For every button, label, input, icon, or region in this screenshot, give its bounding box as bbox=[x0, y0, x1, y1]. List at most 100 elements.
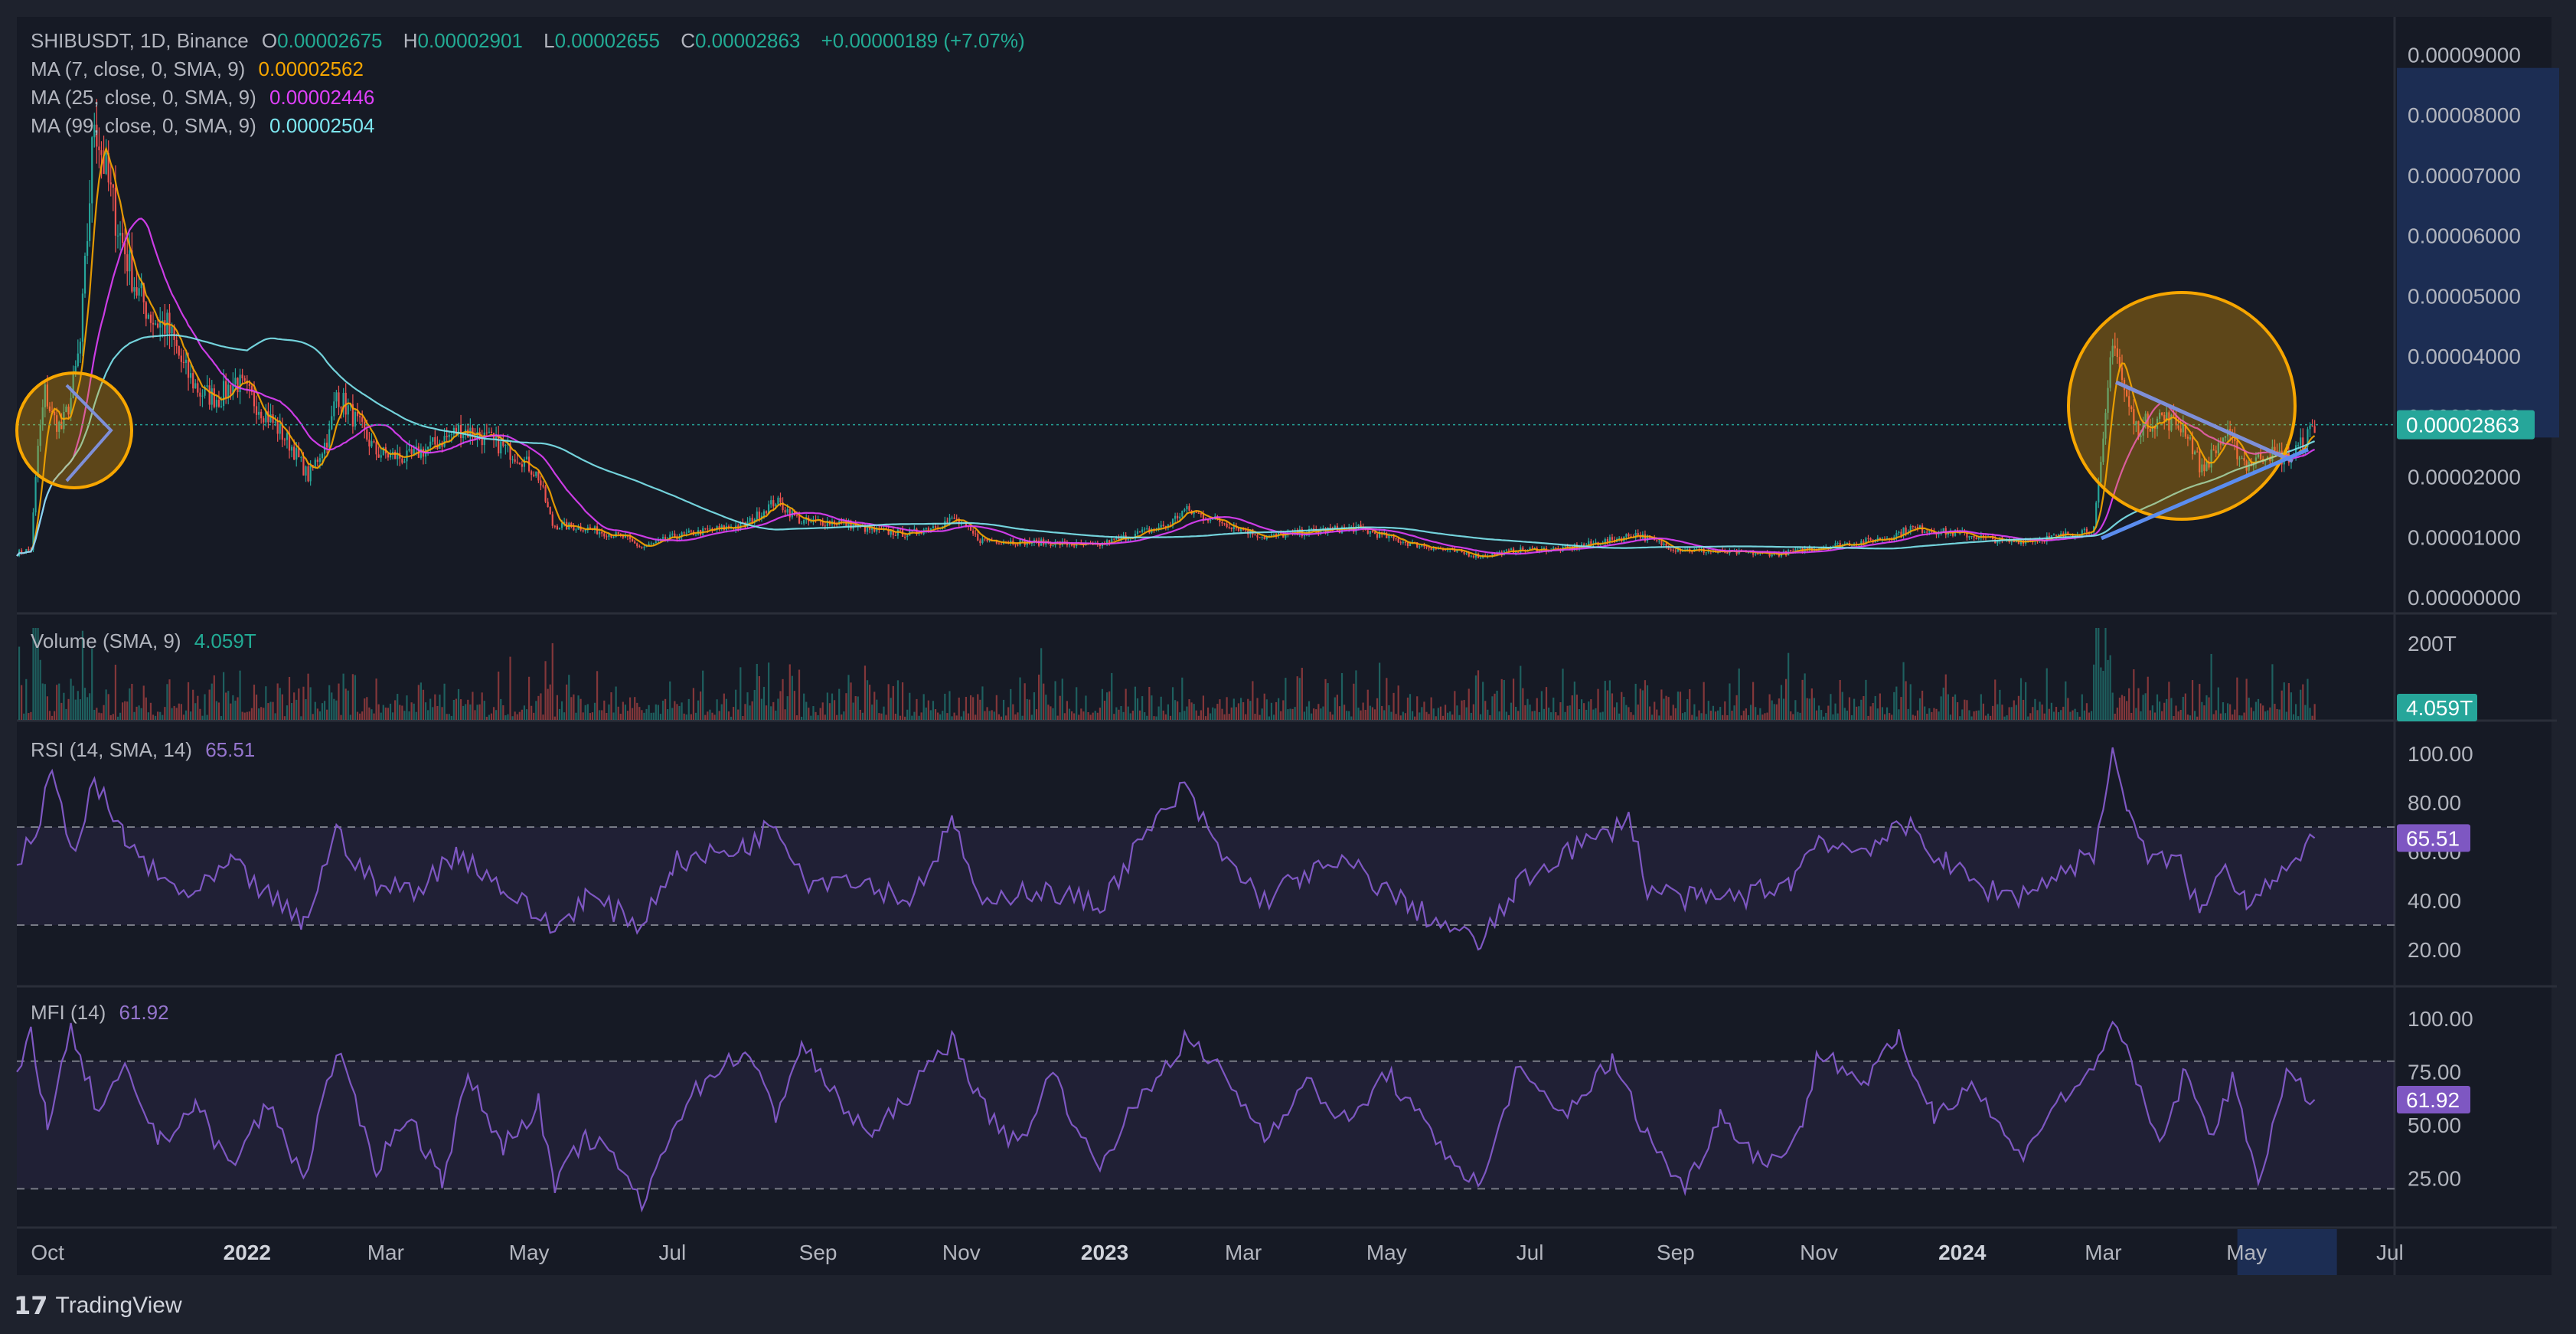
volume-bar bbox=[850, 682, 852, 720]
volume-bar bbox=[192, 689, 194, 720]
candle-body bbox=[779, 497, 782, 503]
volume-bar bbox=[864, 665, 867, 720]
candle-body bbox=[584, 529, 586, 531]
volume-bar bbox=[735, 689, 737, 720]
volume-bar bbox=[2135, 708, 2137, 720]
price-tick-label: 0.00007000 bbox=[2408, 164, 2521, 188]
candle-body bbox=[704, 528, 707, 529]
candle-body bbox=[1472, 555, 1474, 557]
volume-bar bbox=[1621, 692, 1623, 720]
volume-bar bbox=[1815, 710, 1818, 720]
volume-bar bbox=[1792, 714, 1794, 720]
candle-body bbox=[1470, 555, 1472, 557]
volume-bar bbox=[2114, 713, 2116, 720]
volume-bar bbox=[540, 693, 542, 720]
volume-bar bbox=[1931, 711, 1933, 720]
volume-bar bbox=[1416, 696, 1419, 720]
volume-bar bbox=[241, 711, 243, 720]
volume-bar bbox=[211, 683, 213, 720]
volume-bar bbox=[878, 713, 880, 720]
mfi-legend[interactable]: MFI (14) 61.92 bbox=[31, 1001, 177, 1025]
candle-body bbox=[533, 474, 535, 476]
chart-canvas[interactable]: 0.000000000.000010000.000020000.00003000… bbox=[0, 0, 2576, 1334]
volume-bar bbox=[243, 712, 246, 720]
volume-bar bbox=[248, 711, 250, 720]
volume-bar bbox=[1522, 688, 1524, 720]
volume-bar bbox=[1773, 704, 1775, 720]
symbol-title[interactable]: SHIBUSDT, 1D, Binance bbox=[31, 29, 249, 52]
candle-body bbox=[1402, 541, 1404, 543]
volume-bar bbox=[589, 713, 591, 720]
time-tick-label: 2023 bbox=[1081, 1241, 1128, 1264]
volume-bar bbox=[1656, 709, 1658, 720]
ohlc-low: L0.00002655 bbox=[544, 29, 668, 52]
candle-body bbox=[1360, 525, 1362, 527]
volume-bar bbox=[1823, 716, 1825, 720]
volume-bar bbox=[2123, 696, 2126, 720]
candle-body bbox=[556, 525, 559, 530]
volume-bar bbox=[1439, 706, 1442, 720]
volume-bar bbox=[659, 714, 662, 720]
volume-bar bbox=[1632, 714, 1634, 720]
volume-bar bbox=[1585, 709, 1588, 720]
volume-bar bbox=[413, 703, 415, 720]
ma25-legend[interactable]: MA (25, close, 0, SMA, 9) 0.00002446 bbox=[31, 86, 382, 110]
volume-bar bbox=[1648, 706, 1651, 720]
volume-bar bbox=[1505, 711, 1507, 720]
volume-bar bbox=[2074, 708, 2076, 720]
volume-bar bbox=[2055, 707, 2058, 720]
candle-body bbox=[401, 458, 403, 463]
candle-body bbox=[2297, 445, 2300, 446]
volume-bar bbox=[2184, 693, 2186, 720]
volume-bar bbox=[1625, 705, 1628, 720]
volume-bar bbox=[944, 693, 946, 720]
volume-bar bbox=[1491, 696, 1494, 720]
volume-bar bbox=[147, 712, 149, 720]
footer-branding[interactable]: 𝟭𝟳 TradingView bbox=[14, 1291, 182, 1320]
volume-bar bbox=[122, 702, 124, 720]
volume-bar bbox=[1990, 715, 1992, 720]
volume-bar bbox=[309, 687, 312, 720]
volume-bar bbox=[723, 693, 725, 720]
volume-bar bbox=[1219, 699, 1221, 720]
volume-bar bbox=[1644, 680, 1647, 720]
volume-bar bbox=[958, 697, 960, 720]
volume-bar bbox=[2294, 704, 2297, 720]
volume-bar bbox=[220, 716, 223, 720]
volume-bar bbox=[603, 700, 606, 720]
volume-bar bbox=[1820, 710, 1823, 720]
volume-bar bbox=[1040, 648, 1043, 720]
volume-bar bbox=[323, 701, 326, 720]
high-label: H bbox=[403, 29, 418, 52]
volume-bar bbox=[683, 713, 685, 720]
volume-bar bbox=[154, 715, 157, 720]
volume-bar bbox=[1689, 688, 1691, 720]
candle-body bbox=[1510, 548, 1513, 551]
ma99-legend[interactable]: MA (99, close, 0, SMA, 9) 0.00002504 bbox=[31, 114, 382, 138]
volume-bar bbox=[1432, 708, 1435, 720]
volume-bar bbox=[274, 713, 276, 720]
volume-bar bbox=[638, 707, 641, 720]
volume-bar bbox=[1517, 711, 1520, 720]
volume-bar bbox=[2257, 698, 2260, 720]
candle-body bbox=[1895, 533, 1898, 538]
volume-bar bbox=[1228, 714, 1230, 720]
volume-bar bbox=[258, 708, 260, 720]
volume-bar bbox=[824, 714, 826, 720]
volume-bar bbox=[1928, 708, 1931, 720]
volume-bar bbox=[387, 708, 390, 720]
candle-body bbox=[1975, 538, 1977, 539]
volume-bar bbox=[1078, 714, 1080, 720]
candle-body bbox=[305, 466, 307, 476]
rsi-legend[interactable]: RSI (14, SMA, 14) 65.51 bbox=[31, 738, 263, 762]
volume-bar bbox=[1837, 713, 1839, 720]
volume-bar bbox=[253, 685, 256, 720]
volume-bar bbox=[1007, 707, 1010, 720]
candle-body bbox=[227, 384, 230, 398]
candle-body bbox=[410, 449, 413, 454]
volume-bar bbox=[1035, 709, 1038, 720]
volume-bar bbox=[1684, 711, 1686, 720]
ma7-legend[interactable]: MA (7, close, 0, SMA, 9) 0.00002562 bbox=[31, 57, 371, 81]
volume-bar bbox=[417, 685, 420, 720]
volume-legend[interactable]: Volume (SMA, 9) 4.059T bbox=[31, 629, 264, 653]
